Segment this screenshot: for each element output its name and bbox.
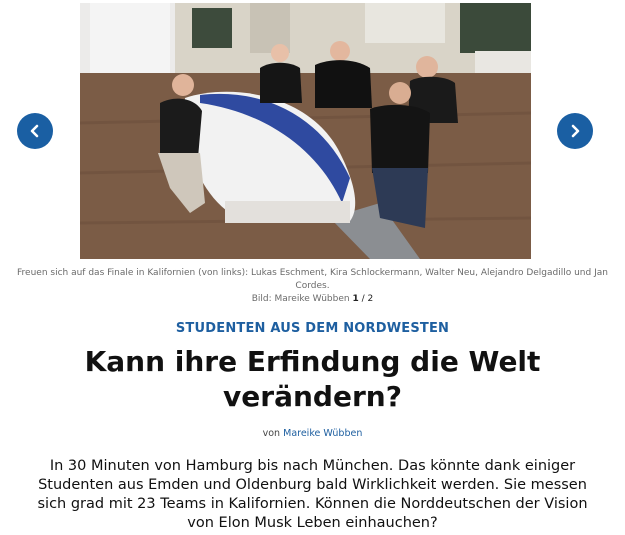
chevron-right-icon	[571, 124, 580, 138]
image-caption: Freuen sich auf das Finale in Kalifornie…	[10, 267, 615, 306]
gallery-total: 2	[367, 294, 374, 304]
author-link[interactable]: Mareike Wübben	[283, 428, 362, 439]
gallery-separator: /	[361, 294, 365, 304]
gallery-photo[interactable]	[80, 3, 531, 259]
caption-footer: Bild: Mareike Wübben 1 / 2	[10, 293, 615, 306]
caption-text: Freuen sich auf das Finale in Kalifornie…	[17, 268, 608, 291]
gallery-counter: 1 / 2	[352, 294, 373, 304]
photo-credit: Bild: Mareike Wübben	[251, 294, 350, 304]
gallery-prev-button[interactable]	[17, 113, 53, 149]
gallery-current: 1	[352, 294, 359, 304]
byline-prefix: von	[262, 428, 281, 439]
article-kicker: STUDENTEN AUS DEM NORDWESTEN	[175, 321, 450, 336]
article-teaser: In 30 Minuten von Hamburg bis nach Münch…	[37, 458, 588, 531]
image-gallery	[0, 0, 625, 262]
chevron-left-icon	[30, 124, 39, 138]
article-headline: Kann ihre Erfindung die Welt verändern?	[84, 345, 541, 413]
gallery-photo-image	[80, 3, 531, 259]
gallery-next-button[interactable]	[557, 113, 593, 149]
article-byline: von Mareike Wübben	[0, 428, 625, 439]
